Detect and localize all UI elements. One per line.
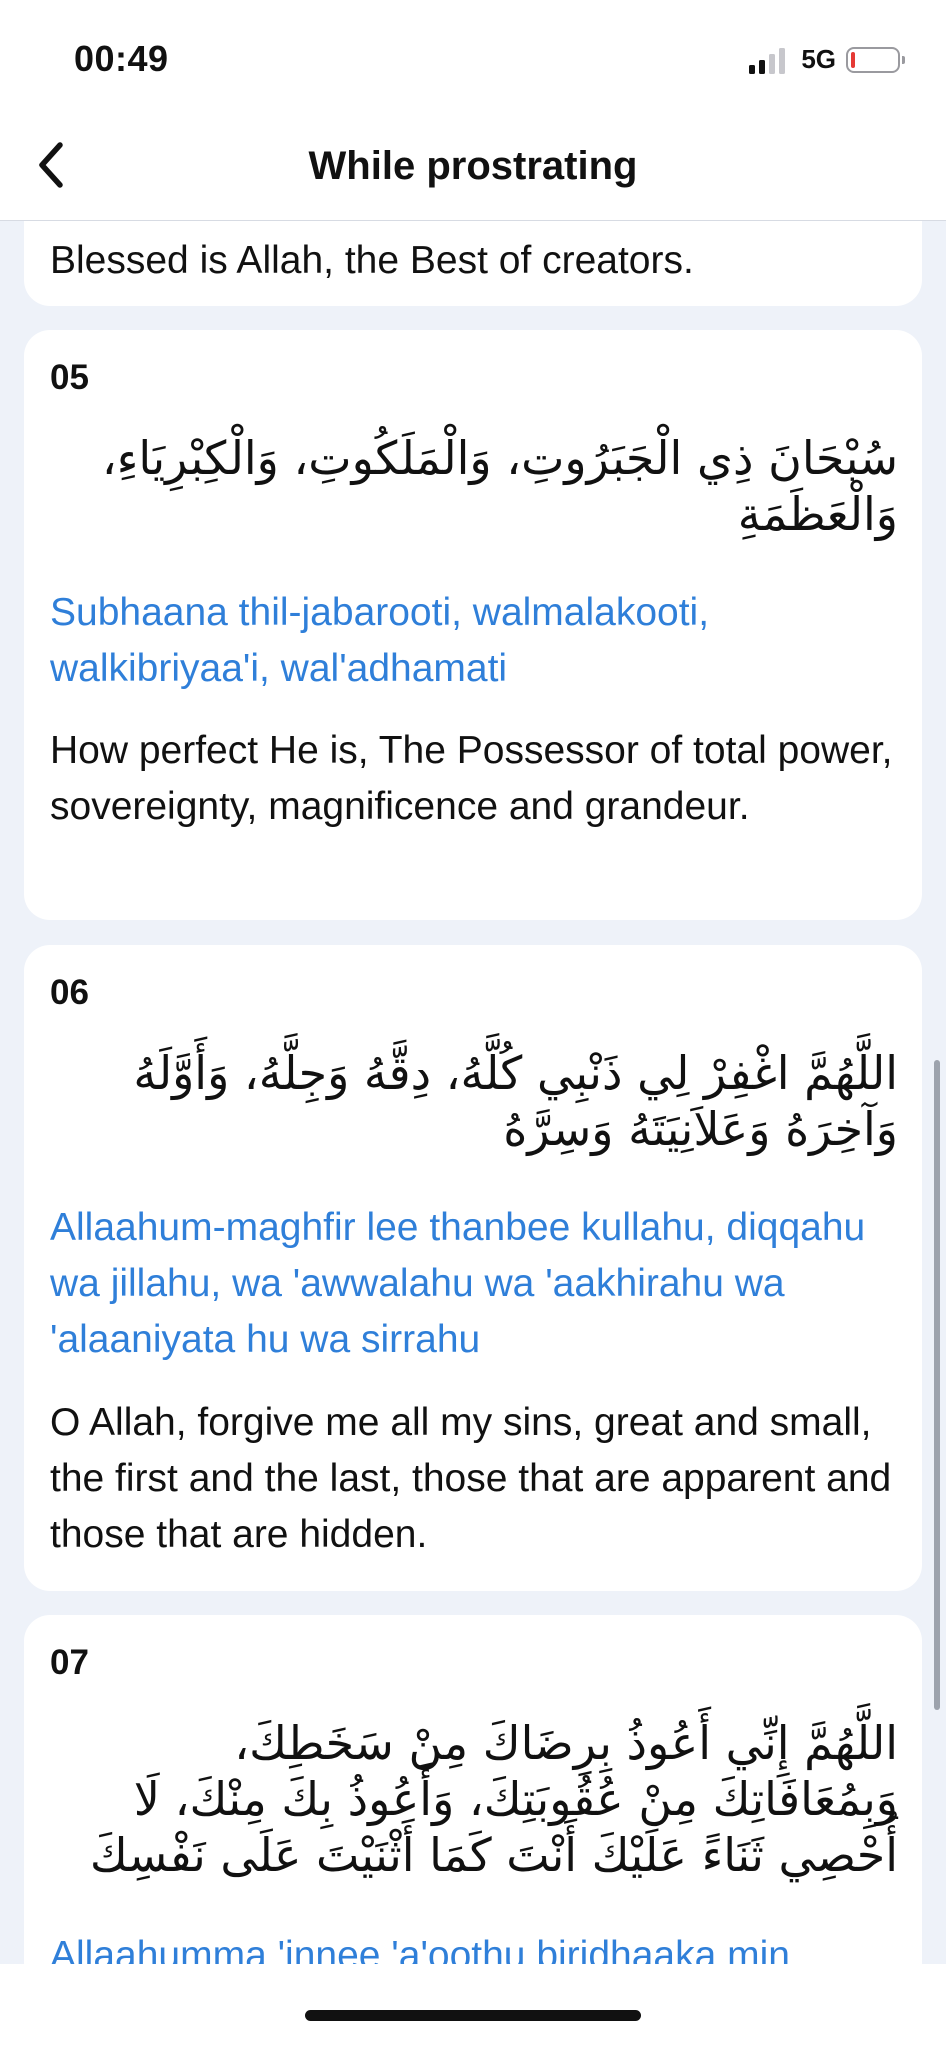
scrollbar[interactable] <box>934 1060 940 1710</box>
battery-icon <box>846 46 905 73</box>
network-type: 5G <box>801 44 836 74</box>
cellular-signal-icon <box>749 46 786 74</box>
dua-card: Blessed is Allah, the Best of creators. <box>24 221 922 306</box>
dua-translation: O Allah, forgive me all my sins, great a… <box>50 1401 892 1556</box>
status-bar: 00:49 5G <box>0 0 946 110</box>
dua-arabic: اللَّهُمَّ اغْفِرْ لِي ذَنْبِي كُلَّهُ، … <box>133 1046 898 1156</box>
dua-transliteration: Subhaana thil-jabarooti, walmalakooti, w… <box>50 591 710 690</box>
status-indicators: 5G <box>749 44 905 75</box>
dua-translation: Blessed is Allah, the Best of creators. <box>50 239 694 282</box>
dua-number: 07 <box>50 1643 89 1682</box>
dua-card: 07 اللَّهُمَّ إِنِّي أَعُوذُ بِرِضَاكَ م… <box>24 1615 922 1964</box>
bottom-safe-area <box>0 1964 946 2048</box>
dua-list[interactable]: Blessed is Allah, the Best of creators. … <box>0 221 946 1964</box>
dua-number: 06 <box>50 973 89 1012</box>
dua-translation: How perfect He is, The Possessor of tota… <box>50 729 893 828</box>
dua-number: 05 <box>50 358 89 397</box>
dua-arabic: اللَّهُمَّ إِنِّي أَعُوذُ بِرِضَاكَ مِنْ… <box>89 1716 898 1882</box>
page-title: While prostrating <box>308 144 638 188</box>
dua-card: 05 سُبْحَانَ ذِي الْجَبَرُوتِ، وَالْمَلَ… <box>24 330 922 920</box>
home-indicator[interactable] <box>305 2010 641 2021</box>
dua-arabic: سُبْحَانَ ذِي الْجَبَرُوتِ، وَالْمَلَكُو… <box>101 431 898 541</box>
status-time: 00:49 <box>74 38 169 79</box>
dua-transliteration: Allaahum-maghfir lee thanbee kullahu, di… <box>50 1206 866 1361</box>
nav-bar: While prostrating <box>0 110 946 221</box>
dua-transliteration: Allaahumma 'innee 'a'oothu biridhaaka mi… <box>50 1934 790 1964</box>
dua-card: 06 اللَّهُمَّ اغْفِرْ لِي ذَنْبِي كُلَّه… <box>24 945 922 1591</box>
